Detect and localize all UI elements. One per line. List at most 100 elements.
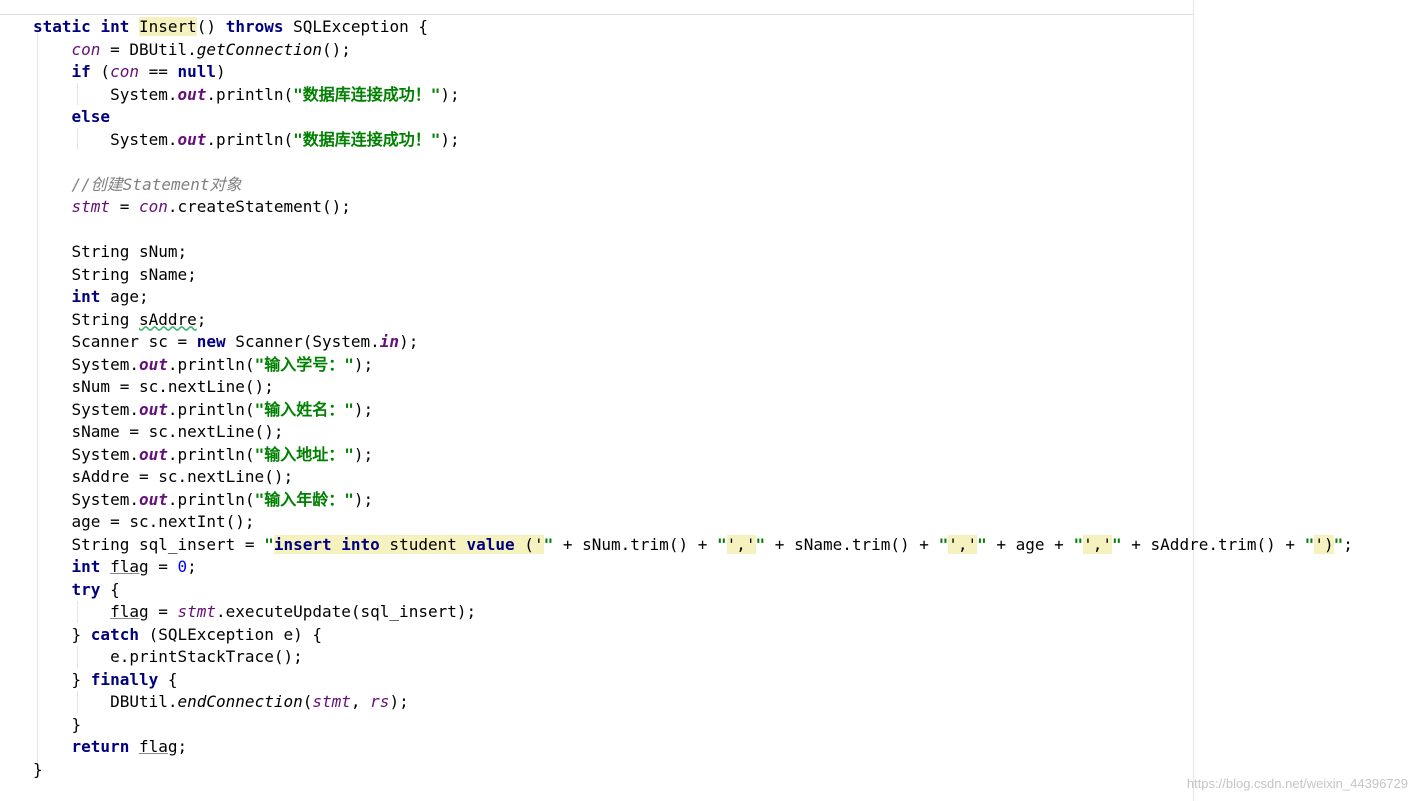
code-token: ()	[196, 17, 226, 36]
code-token: .createStatement();	[167, 197, 351, 216]
code-token: stmt	[71, 197, 111, 216]
code-token: Scanner sc =	[33, 332, 197, 351]
code-token: student	[379, 534, 467, 554]
code-token: String sql_insert =	[33, 534, 265, 554]
code-line[interactable]: System.out.println("数据库连接成功！");	[33, 84, 1353, 107]
code-token: .executeUpdate(sql_insert);	[216, 602, 477, 621]
code-token: }	[33, 714, 82, 734]
code-token: .println(	[206, 129, 294, 149]
code-line[interactable]: age = sc.nextInt();	[33, 511, 1353, 534]
code-token: new	[196, 332, 226, 351]
code-line[interactable]: } finally {	[33, 669, 1353, 692]
code-token: );	[353, 489, 374, 509]
code-line[interactable]: System.out.println("输入地址：");	[33, 444, 1353, 467]
code-token: sAddre = sc.nextLine();	[33, 467, 294, 486]
code-token: con	[110, 62, 139, 81]
code-line[interactable]: }	[33, 714, 1353, 737]
code-token: finally	[90, 669, 159, 689]
code-token: + sName.trim() +	[765, 534, 939, 554]
code-token: sNum = sc.nextLine();	[33, 377, 274, 396]
code-token: endConnection	[177, 692, 303, 711]
code-line[interactable]: String sName;	[33, 264, 1353, 287]
code-token: System.	[33, 354, 139, 374]
code-token: System.	[33, 84, 178, 104]
code-token: "	[264, 534, 274, 554]
code-line[interactable]: Scanner sc = new Scanner(System.in);	[33, 331, 1353, 354]
code-token: (	[90, 62, 111, 81]
code-token: =	[148, 602, 178, 621]
code-line[interactable]: stmt = con.createStatement();	[33, 196, 1353, 219]
code-token: ('	[514, 534, 544, 554]
code-line[interactable]: String sql_insert = "insert into student…	[33, 534, 1353, 557]
code-token: (SQLException e) {	[138, 624, 322, 644]
code-token: =	[110, 197, 139, 216]
code-token: "	[1304, 534, 1315, 554]
code-token: .println(	[167, 399, 255, 419]
code-line[interactable]: sNum = sc.nextLine();	[33, 376, 1353, 399]
code-token: System.	[33, 399, 139, 419]
code-line[interactable]: con = DBUtil.getConnection();	[33, 39, 1353, 62]
code-line[interactable]: String sNum;	[33, 241, 1353, 264]
code-token: throws	[225, 17, 284, 36]
code-line[interactable]: System.out.println("输入姓名：");	[33, 399, 1353, 422]
code-line[interactable]: if (con == null)	[33, 61, 1353, 84]
code-token: rs	[370, 692, 390, 711]
code-token: .println(	[167, 489, 255, 509]
code-token: sAddre	[138, 309, 197, 329]
editor-top-border	[0, 14, 1193, 15]
code-token: SQLException {	[283, 17, 428, 36]
code-token: out	[138, 399, 168, 419]
code-line[interactable]: static int Insert() throws SQLException …	[33, 16, 1353, 39]
code-editor[interactable]: static int Insert() throws SQLException …	[0, 16, 1416, 801]
code-token: flag	[110, 557, 149, 576]
code-token: {	[100, 579, 120, 599]
code-line[interactable]: System.out.println("数据库连接成功！");	[33, 129, 1353, 152]
code-line[interactable]: }	[33, 759, 1353, 782]
code-token: System.	[33, 444, 139, 464]
code-token: age;	[100, 287, 149, 306]
code-line[interactable]: int flag = 0;	[33, 556, 1353, 579]
code-line[interactable]: sName = sc.nextLine();	[33, 421, 1353, 444]
code-token: int	[71, 287, 101, 306]
code-token: );	[399, 332, 419, 351]
code-token: }	[33, 759, 43, 779]
code-text[interactable]: static int Insert() throws SQLException …	[33, 16, 1353, 781]
code-line[interactable]: sAddre = sc.nextLine();	[33, 466, 1353, 489]
code-line[interactable]: try {	[33, 579, 1353, 602]
code-line[interactable]: DBUtil.endConnection(stmt, rs);	[33, 691, 1353, 714]
code-token: int	[71, 557, 101, 576]
code-token: + age +	[986, 534, 1074, 554]
code-line[interactable]: System.out.println("输入学号：");	[33, 354, 1353, 377]
code-token: {	[158, 669, 178, 689]
code-token: );	[353, 354, 374, 374]
code-line[interactable]: e.printStackTrace();	[33, 646, 1353, 669]
code-line[interactable]: else	[33, 106, 1353, 129]
code-line[interactable]: return flag;	[33, 736, 1353, 759]
code-line[interactable]: } catch (SQLException e) {	[33, 624, 1353, 647]
code-token: ','	[1083, 534, 1112, 554]
code-line[interactable]: String sAddre;	[33, 309, 1353, 332]
code-line[interactable]: ​	[33, 151, 1353, 174]
code-line[interactable]: flag = stmt.executeUpdate(sql_insert);	[33, 601, 1353, 624]
code-token: "数据库连接成功！"	[293, 84, 441, 104]
code-token: ;	[177, 737, 188, 756]
code-token: );	[440, 129, 460, 149]
code-token: ')	[1314, 534, 1334, 554]
code-line[interactable]: //创建Statement对象	[33, 174, 1353, 197]
code-token: age = sc.nextInt();	[33, 512, 255, 531]
code-token: "	[977, 534, 987, 554]
code-token: .println(	[167, 354, 255, 374]
code-line[interactable]: int age;	[33, 286, 1353, 309]
code-line[interactable]: System.out.println("输入年龄：");	[33, 489, 1353, 512]
code-token: null	[177, 62, 217, 81]
code-token: e.printStackTrace();	[33, 647, 303, 666]
code-token: catch	[90, 624, 139, 644]
code-line[interactable]: ​	[33, 219, 1353, 242]
code-token: 0	[177, 557, 188, 576]
